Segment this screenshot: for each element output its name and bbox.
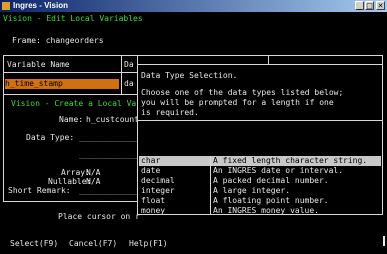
create-panel-title: Vision - Create a Local Va xyxy=(11,99,137,108)
data-type-row[interactable]: date An INGRES date or interval. xyxy=(139,166,381,176)
data-type-separator xyxy=(210,186,211,196)
popup-instruction-1: Choose one of the data types listed belo… xyxy=(141,88,344,97)
header-divider xyxy=(4,72,139,73)
data-type-selection-popup: Data Type Selection. Choose one of the d… xyxy=(137,55,383,215)
data-type-list: char A fixed length character string. date… xyxy=(139,156,381,215)
minimize-button[interactable]: _ xyxy=(355,1,364,10)
data-type-description: A floating point number. xyxy=(213,196,329,205)
column-header-data-type: Da xyxy=(124,60,134,69)
data-type-row[interactable]: float A floating point number. xyxy=(139,196,381,206)
data-type-row[interactable]: integer A large integer. xyxy=(139,186,381,196)
data-type-separator xyxy=(210,196,211,206)
data-type-name: integer xyxy=(141,186,175,195)
close-button[interactable]: ✕ xyxy=(376,1,385,10)
menu-select[interactable]: Select(F9) xyxy=(10,239,58,249)
data-type-name: float xyxy=(141,196,166,205)
popup-instruction-3: is required. xyxy=(141,108,199,117)
hint-text: Place cursor on r xyxy=(58,212,140,221)
column-divider xyxy=(121,56,122,96)
table-row-type: da xyxy=(124,79,134,88)
text-cursor xyxy=(383,236,385,246)
frame-label: Frame: changeorders xyxy=(12,36,104,45)
data-type-name: char xyxy=(141,156,161,165)
maximize-button[interactable]: □ xyxy=(365,1,374,10)
data-type-description: An INGRES date or interval. xyxy=(213,166,344,175)
popup-title: Data Type Selection. xyxy=(141,71,238,80)
data-type-name: money xyxy=(141,206,166,215)
variables-table: Variable Name Da h_time_stamp da xyxy=(3,55,139,96)
data-type-row[interactable]: decimal A packed decimal number. xyxy=(139,176,381,186)
app-icon xyxy=(2,2,10,10)
data-type-separator xyxy=(210,176,211,186)
window-title-bar[interactable]: Ingres - Vision _ □ ✕ xyxy=(0,0,387,12)
data-type-name: date xyxy=(141,166,161,175)
create-variable-panel: Vision - Create a Local Va Name: h_custc… xyxy=(3,94,144,202)
popup-top-tick xyxy=(268,56,269,64)
data-type-field[interactable]: ____________ xyxy=(79,133,137,143)
data-type-separator xyxy=(210,206,211,214)
menu-cancel[interactable]: Cancel(F7) xyxy=(69,239,117,249)
menu-help[interactable]: Help(F1) xyxy=(129,239,168,249)
data-type-description: A packed decimal number. xyxy=(213,176,329,185)
short-remark-field[interactable]: ____________ xyxy=(79,186,137,196)
popup-top-divider xyxy=(138,64,382,65)
window-title: Ingres - Vision xyxy=(13,1,68,10)
data-type-separator xyxy=(210,166,211,176)
popup-instruction-2: you will be prompted for a length if one xyxy=(141,98,334,107)
table-row[interactable]: h_time_stamp xyxy=(5,79,119,89)
popup-list-divider xyxy=(138,120,382,121)
data-type-row[interactable]: char A fixed length character string. xyxy=(139,156,381,166)
data-type-label: Data Type: xyxy=(26,133,75,142)
data-type-description: A large integer. xyxy=(213,186,291,195)
column-header-variable-name: Variable Name xyxy=(7,60,70,69)
length-field[interactable]: ____________ xyxy=(79,150,137,160)
data-type-description: A fixed length character string. xyxy=(213,156,368,165)
name-label: Name: xyxy=(59,115,84,124)
data-type-separator xyxy=(210,156,211,166)
screen-header: Vision - Edit Local Variables xyxy=(3,14,143,23)
data-type-row[interactable]: money An INGRES money value. xyxy=(139,206,381,215)
data-type-name: decimal xyxy=(141,176,175,185)
name-field[interactable]: h_custcount_ xyxy=(86,115,144,125)
short-remark-label: Short Remark: xyxy=(8,186,71,195)
data-type-description: An INGRES money value. xyxy=(213,206,319,215)
